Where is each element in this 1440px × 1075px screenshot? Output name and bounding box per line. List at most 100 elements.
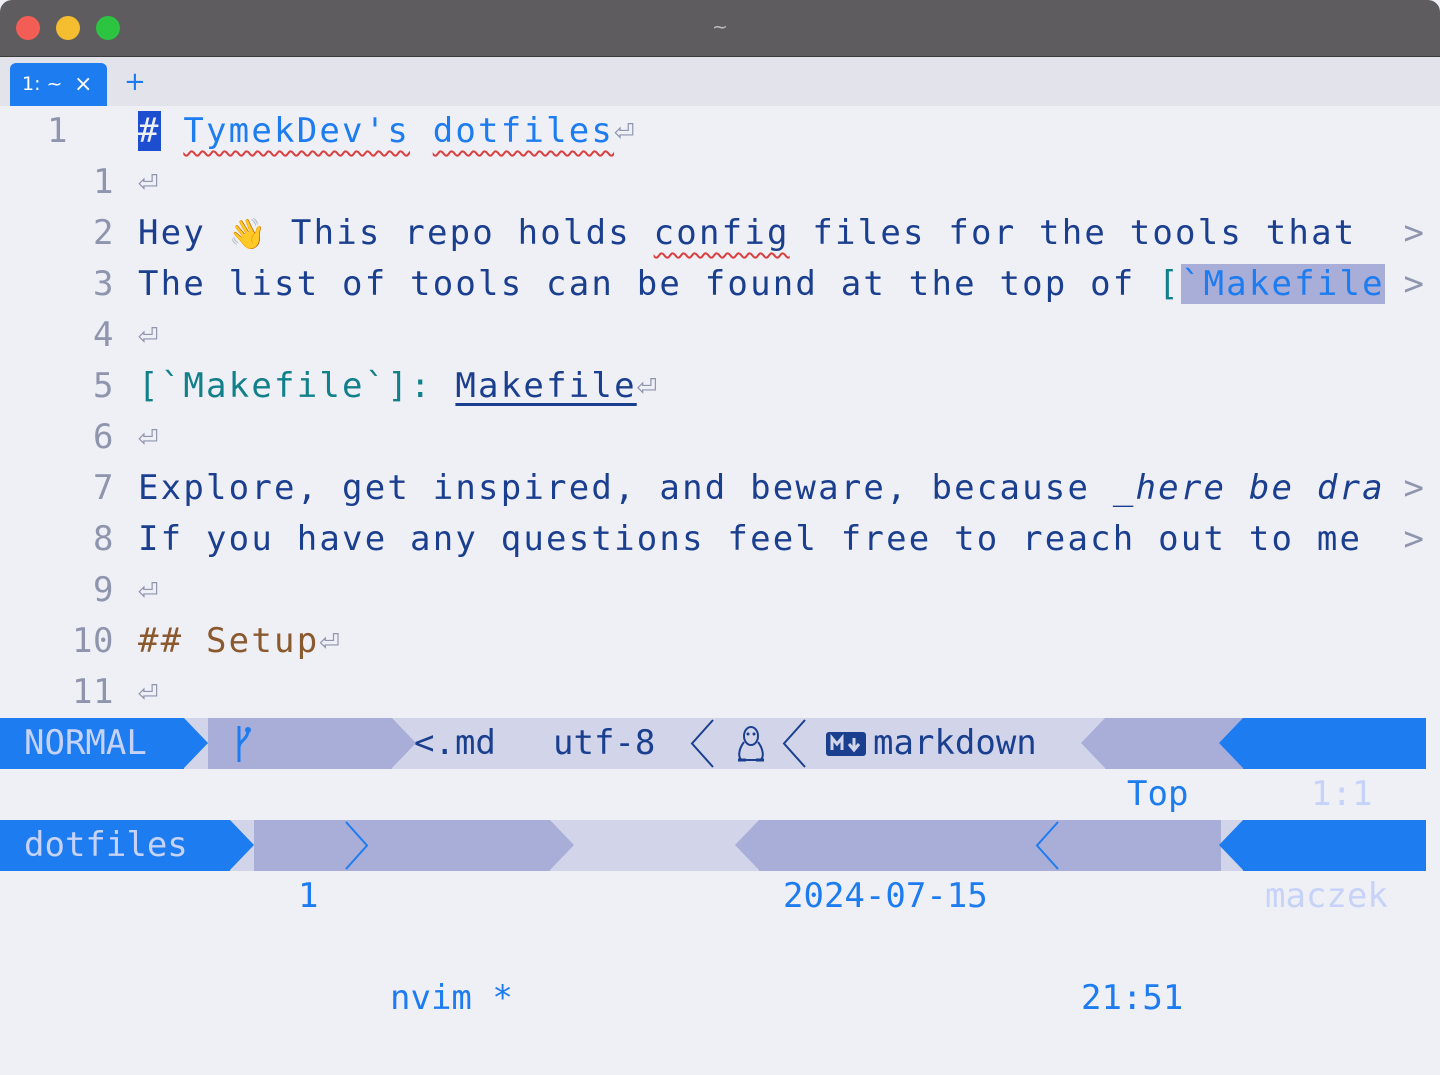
text-token: ⏎ [138,417,161,457]
text-token: ⏎ [138,570,161,610]
tab-label: 1: ~ [22,73,63,95]
text-token: Hey [138,213,229,253]
text-token: Makefile [455,366,637,406]
line-content: ⏎ [138,565,161,616]
editor-line[interactable]: 3 The list of tools can be found at the t… [0,259,1440,310]
cursor-location: 1:1 [1311,774,1373,814]
tmux-datetime-section: 2024-07-15 21:51 [759,820,1221,1018]
tmux-window-name: nvim * [390,978,513,1018]
editor-line[interactable]: 9 ⏎ [0,565,1440,616]
text-token: Explore, get inspired, and beware, becau… [138,468,1113,508]
line-number: 3 [93,264,114,304]
text-token: If you have any questions feel free to r… [138,519,1363,559]
git-branch-section: main [208,718,392,865]
line-overflow-marker: > [1403,264,1424,304]
line-content: Hey 👋 This repo holds config files for t… [138,208,1356,260]
markdown-icon [826,732,866,756]
file-encoding: utf-8 [553,723,656,763]
editor-line[interactable]: 6 ⏎ [0,412,1440,463]
tmux-session[interactable]: dotfiles [0,820,230,871]
editor-buffer[interactable]: 1 # TymekDev's dotfiles⏎ 1 ⏎ 2 Hey 👋 This rep… [0,106,1440,718]
tmux-statusline: dotfiles 1 nvim * 2024-07-15 21:51 macze… [0,820,1426,1018]
separator-chevron-icon [782,719,806,768]
editor-line[interactable]: 8 If you have any questions feel free to … [0,514,1440,565]
line-number: 4 [93,315,114,355]
line-number: 8 [93,519,114,559]
cursor-location-section: 1:1 [1243,718,1426,814]
text-token: ⏎ [138,672,161,712]
line-content: [`Makefile`]: Makefile⏎ [138,361,659,412]
line-content: ⏎ [138,310,161,361]
line-number: 2 [93,213,114,253]
line-number: 7 [93,468,114,508]
editor-line[interactable]: 1 # TymekDev's dotfiles⏎ [0,106,1440,157]
editor-line[interactable]: 5 [`Makefile`]: Makefile⏎ [0,361,1440,412]
text-token: Setup [206,621,320,661]
editor-line[interactable]: 10 ## Setup⏎ [0,616,1440,667]
line-number: 5 [93,366,114,406]
tmux-window-tab[interactable]: 1 nvim * [254,820,550,1018]
text-token: [ [1158,264,1181,304]
text-token: TymekDev's [183,111,411,151]
line-content: ⏎ [138,412,161,463]
file-name: <.md [414,723,496,763]
git-branch-icon [237,726,251,762]
text-token: ## [138,621,184,661]
mode-indicator: NORMAL [0,718,184,769]
separator-chevron-icon [690,719,714,768]
line-content: ## Setup⏎ [138,616,342,667]
line-content: If you have any questions feel free to r… [138,514,1362,565]
text-token: ⏎ [636,366,660,406]
line-content: ⏎ [138,667,161,718]
line-overflow-marker: > [1403,468,1424,508]
text-token: This repo holds [268,213,654,253]
line-number: 1 [93,162,114,202]
tmux-time: 21:51 [1081,978,1184,1018]
text-token: [`Makefile`]: [138,366,433,406]
tmux-window-index: 1 [298,876,319,916]
file-type: markdown [873,723,1037,763]
text-token: 👋 [228,217,269,252]
line-overflow-marker: > [1403,213,1424,253]
editor-line[interactable]: 7 Explore, get inspired, and beware, beca… [0,463,1440,514]
new-tab-button[interactable]: + [124,65,146,99]
editor-line[interactable]: 11 ⏎ [0,667,1440,718]
line-number: 6 [93,417,114,457]
editor-line[interactable]: 1 ⏎ [0,157,1440,208]
text-token: _here be dra [1112,468,1385,508]
window-titlebar: ~ [0,0,1440,57]
tab-bar: 1: ~ × + [0,57,1440,106]
window-title: ~ [712,16,728,38]
close-tab-icon[interactable]: × [74,63,92,106]
text-token: ⏎ [138,315,161,355]
separator-chevron-right-icon [345,821,369,870]
text-token: files for the tools that [789,213,1357,253]
tab-home[interactable]: 1: ~ × [10,63,107,106]
text-token: The list of tools can be found at the to… [138,264,1159,304]
linux-tux-icon [738,726,764,762]
text-token: ⏎ [614,111,637,151]
text-token: # [138,111,161,151]
line-overflow-marker: > [1403,519,1424,559]
nvim-statusline: NORMAL main <.md utf-8 markdown Top 1:1 [0,718,1426,865]
line-number: 1 [47,111,68,151]
text-token: ⏎ [319,621,343,661]
line-content: ⏎ [138,157,161,208]
editor-line[interactable]: 4 ⏎ [0,310,1440,361]
separator-chevron-icon [1035,821,1059,870]
text-token: `Makefile [1180,264,1385,304]
text-token: ⏎ [138,162,161,202]
editor-line[interactable]: 2 Hey 👋 This repo holds config files for … [0,208,1440,259]
tmux-user: maczek [1265,876,1388,916]
text-token: config [653,213,790,253]
line-number: 11 [72,672,114,712]
text-token: dotfiles [432,111,615,151]
line-number: 10 [72,621,114,661]
line-content: # TymekDev's dotfiles⏎ [138,106,637,157]
tmux-user-section: maczek [1243,820,1426,916]
scroll-position: Top [1127,774,1189,814]
